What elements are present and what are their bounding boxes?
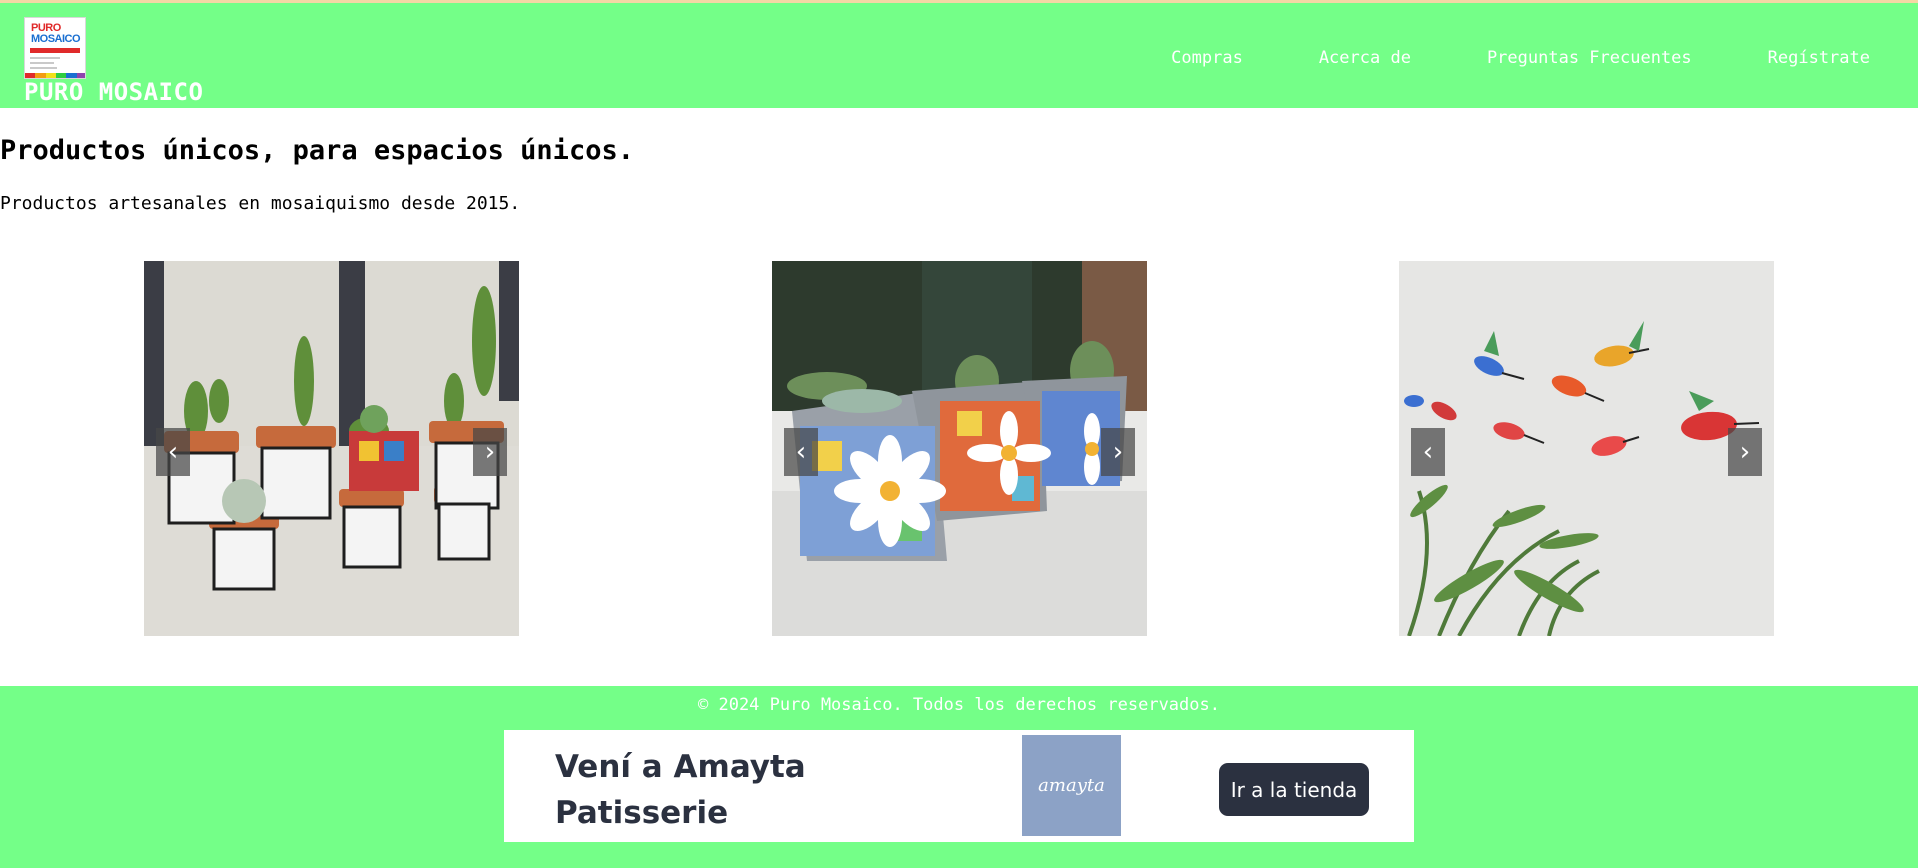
main-nav: Compras Acerca de Preguntas Frecuentes R… (1095, 48, 1870, 68)
logo-detail-line (30, 67, 57, 69)
carousel-cactus-pots: ‹ › (144, 261, 519, 636)
page-title: Productos únicos, para espacios únicos. (0, 135, 634, 166)
amayta-logo: amayta (1022, 735, 1121, 836)
brand-name: PURO MOSAICO (24, 78, 204, 106)
logo-detail-line (30, 62, 54, 64)
ad-title: Vení a Amayta Patisserie (555, 749, 806, 831)
carousel-prev-button[interactable]: ‹ (784, 428, 818, 476)
daisy-mosaic-pots-photo (772, 261, 1147, 636)
carousel-prev-button[interactable]: ‹ (156, 428, 190, 476)
carousel-next-button[interactable]: › (1728, 428, 1762, 476)
nav-link-preguntas-frecuentes[interactable]: Preguntas Frecuentes (1487, 48, 1692, 68)
mosaic-hummingbirds-photo (1399, 261, 1774, 636)
nav-link-acerca-de[interactable]: Acerca de (1319, 48, 1411, 68)
carousel-next-button[interactable]: › (473, 428, 507, 476)
carousel-prev-button[interactable]: ‹ (1411, 428, 1445, 476)
site-header: PURO MOSAICO PURO MOSAICO Compras Acerca… (0, 3, 1918, 108)
carousel-hummingbirds: ‹ › (1399, 261, 1774, 636)
site-footer: © 2024 Puro Mosaico. Todos los derechos … (0, 686, 1918, 868)
logo-detail-line (30, 57, 60, 59)
nav-link-registrate[interactable]: Regístrate (1768, 48, 1870, 68)
go-to-store-button[interactable]: Ir a la tienda (1219, 763, 1369, 816)
logo-text-line2: MOSAICO (31, 33, 81, 45)
amayta-logo-text: amayta (1038, 775, 1105, 796)
cactus-pots-photo (144, 261, 519, 636)
nav-link-compras[interactable]: Compras (1171, 48, 1243, 68)
carousel-daisy-pots: ‹ › (772, 261, 1147, 636)
logo-stripe (30, 48, 80, 53)
amayta-ad-banner[interactable]: Vení a Amayta Patisserie amayta Ir a la … (504, 730, 1414, 842)
puro-mosaico-logo[interactable]: PURO MOSAICO (24, 17, 86, 79)
page-subtitle: Productos artesanales en mosaiquismo des… (0, 193, 521, 214)
copyright-text: © 2024 Puro Mosaico. Todos los derechos … (698, 695, 1220, 715)
carousel-next-button[interactable]: › (1101, 428, 1135, 476)
